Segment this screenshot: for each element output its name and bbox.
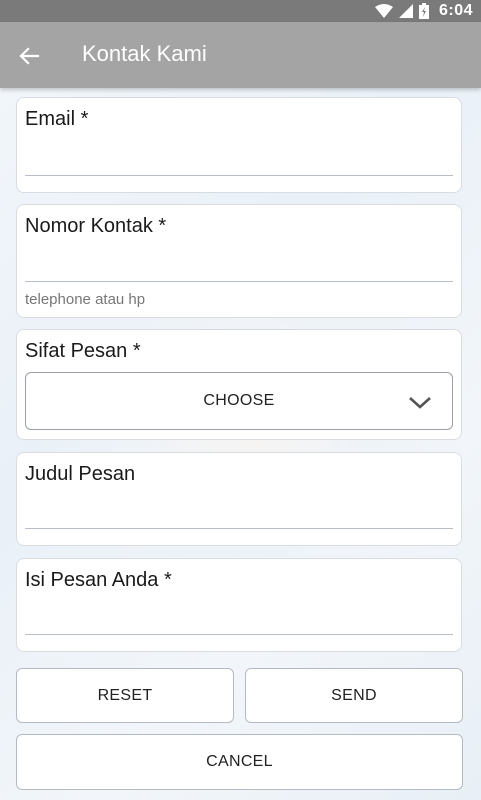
email-card: Email *: [16, 97, 462, 193]
message-type-label: Sifat Pesan *: [25, 340, 141, 362]
contact-number-underline: [25, 281, 453, 282]
message-body-label: Isi Pesan Anda *: [25, 569, 172, 591]
message-title-underline: [25, 528, 453, 529]
email-underline: [25, 175, 453, 176]
wifi-icon: [374, 4, 393, 18]
page-title: Kontak Kami: [82, 41, 207, 66]
send-button[interactable]: SEND: [245, 668, 463, 723]
message-body-card: Isi Pesan Anda *: [16, 558, 462, 652]
contact-number-card: Nomor Kontak * telephone atau hp: [16, 204, 462, 318]
contact-number-label: Nomor Kontak *: [25, 215, 167, 237]
contact-number-field[interactable]: [25, 253, 453, 281]
signal-icon: [398, 4, 413, 18]
status-bar: 6:04: [0, 0, 481, 22]
message-type-card: Sifat Pesan * CHOOSE: [16, 329, 462, 440]
message-title-card: Judul Pesan: [16, 452, 462, 546]
status-icons: 6:04: [374, 1, 473, 21]
battery-charging-icon: [418, 3, 429, 19]
status-time: 6:04: [438, 2, 473, 19]
message-type-select[interactable]: CHOOSE: [25, 372, 453, 430]
email-label: Email *: [25, 108, 89, 130]
email-field[interactable]: [25, 146, 453, 174]
arrow-left-icon: [19, 47, 40, 65]
message-title-label: Judul Pesan: [25, 463, 136, 485]
message-body-field[interactable]: [25, 605, 453, 633]
chevron-down-icon: [408, 391, 432, 413]
back-button[interactable]: [12, 39, 46, 73]
message-title-field[interactable]: [25, 499, 453, 527]
contact-number-helper: telephone atau hp: [25, 291, 146, 308]
message-type-selected-value: CHOOSE: [203, 392, 275, 409]
reset-button[interactable]: RESET: [16, 668, 234, 723]
app-bar: Kontak Kami: [0, 22, 481, 88]
cancel-button[interactable]: CANCEL: [16, 734, 463, 790]
message-body-underline: [25, 634, 453, 635]
